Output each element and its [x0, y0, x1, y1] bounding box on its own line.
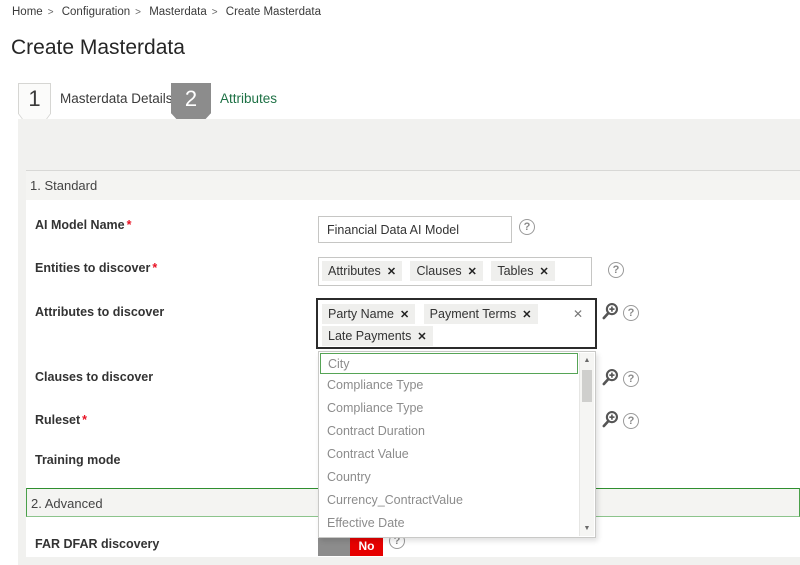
breadcrumb-segment: Create Masterdata>	[226, 6, 321, 18]
ai-model-name-label: AI Model Name*	[35, 218, 131, 232]
training-mode-label: Training mode	[35, 453, 120, 467]
tag-label: Party Name	[328, 307, 394, 321]
magnifier-plus-icon	[601, 410, 620, 429]
attributes-to-discover-label: Attributes to discover	[35, 305, 164, 319]
breadcrumb-segment: Configuration >	[62, 6, 146, 18]
clauses-to-discover-label: Clauses to discover	[35, 370, 153, 384]
page-title: Create Masterdata	[11, 36, 185, 60]
breadcrumb-separator: >	[135, 7, 141, 18]
breadcrumb-item[interactable]: Masterdata	[149, 6, 207, 18]
breadcrumb-item[interactable]: Configuration	[62, 6, 130, 18]
toggle-value: No	[350, 536, 383, 556]
breadcrumb-segment: Masterdata >	[149, 6, 222, 18]
wizard-step-2-label[interactable]: Attributes	[220, 91, 277, 106]
ai-model-name-input[interactable]	[318, 216, 512, 243]
far-dfar-discovery-label: FAR DFAR discovery	[35, 537, 159, 551]
tag-label: Tables	[497, 264, 533, 278]
required-marker: *	[82, 413, 87, 427]
lookup-add-icon[interactable]	[601, 410, 620, 429]
toggle-knob	[318, 536, 350, 556]
label-text: Clauses to discover	[35, 370, 153, 384]
label-text: Training mode	[35, 453, 120, 467]
dropdown-scrollbar[interactable]: ▲ ▼	[579, 353, 594, 536]
breadcrumb-separator: >	[212, 7, 218, 18]
dropdown-option[interactable]: Compliance Type	[319, 374, 578, 397]
tag: Clauses ✕	[410, 261, 482, 281]
label-text: Attributes to discover	[35, 305, 164, 319]
dropdown-options: City Compliance Type Compliance Type Con…	[319, 353, 595, 535]
attributes-to-discover-input[interactable]: Party Name ✕ Payment Terms ✕ Late Payments…	[316, 298, 597, 349]
breadcrumb-item[interactable]: Create Masterdata	[226, 6, 321, 18]
tag-label: Payment Terms	[430, 307, 517, 321]
lookup-add-icon[interactable]	[601, 368, 620, 387]
help-icon[interactable]: ?	[608, 262, 624, 278]
breadcrumb: Home > Configuration > Masterdata > Create …	[12, 6, 321, 18]
scrollbar-up-icon[interactable]: ▲	[580, 354, 594, 367]
wizard-step-1-label[interactable]: Masterdata Details	[60, 91, 173, 106]
tag: Attributes ✕	[322, 261, 402, 281]
ruleset-label: Ruleset*	[35, 413, 87, 427]
far-dfar-toggle[interactable]: No	[318, 536, 383, 556]
tag: Late Payments ✕	[322, 326, 433, 346]
breadcrumb-item[interactable]: Home	[12, 6, 43, 18]
remove-tag-icon[interactable]: ✕	[468, 266, 477, 278]
entities-to-discover-label: Entities to discover*	[35, 261, 157, 275]
tag-label: Attributes	[328, 264, 381, 278]
label-text: Entities to discover	[35, 261, 150, 275]
section-header-standard[interactable]: 1. Standard	[26, 170, 800, 200]
tag-label: Late Payments	[328, 329, 411, 343]
remove-tag-icon[interactable]: ✕	[387, 266, 396, 278]
magnifier-plus-icon	[601, 368, 620, 387]
dropdown-option[interactable]: Contract Duration	[319, 420, 578, 443]
help-icon[interactable]: ?	[623, 305, 639, 321]
clear-all-icon[interactable]: ✕	[573, 307, 583, 321]
dropdown-option[interactable]: Compliance Type	[319, 397, 578, 420]
dropdown-option[interactable]: Contract Value	[319, 443, 578, 466]
breadcrumb-separator: >	[48, 7, 54, 18]
wizard-step-1-number: 1	[18, 83, 51, 114]
help-icon[interactable]: ?	[519, 219, 535, 235]
tag: Payment Terms ✕	[424, 304, 538, 324]
required-marker: *	[127, 218, 132, 232]
label-text: Ruleset	[35, 413, 80, 427]
scrollbar-down-icon[interactable]: ▼	[580, 522, 594, 535]
required-marker: *	[152, 261, 157, 275]
help-icon[interactable]: ?	[623, 371, 639, 387]
wizard-step-2-number: 2	[171, 83, 211, 114]
dropdown-option[interactable]: Effective Date	[319, 512, 578, 535]
breadcrumb-segment: Home >	[12, 6, 59, 18]
remove-tag-icon[interactable]: ✕	[522, 309, 531, 321]
remove-tag-icon[interactable]: ✕	[539, 266, 548, 278]
magnifier-plus-icon	[601, 302, 620, 321]
tag: Tables ✕	[491, 261, 554, 281]
dropdown-option[interactable]: Currency_ContractValue	[319, 489, 578, 512]
remove-tag-icon[interactable]: ✕	[400, 309, 409, 321]
dropdown-option[interactable]: City	[320, 353, 578, 374]
attributes-dropdown: City Compliance Type Compliance Type Con…	[318, 351, 596, 538]
help-icon[interactable]: ?	[623, 413, 639, 429]
tag: Party Name ✕	[322, 304, 415, 324]
label-text: AI Model Name	[35, 218, 125, 232]
tag-label: Clauses	[416, 264, 461, 278]
dropdown-option[interactable]: Country	[319, 466, 578, 489]
label-text: FAR DFAR discovery	[35, 537, 159, 551]
entities-to-discover-input[interactable]: Attributes ✕ Clauses ✕ Tables ✕	[318, 257, 592, 286]
remove-tag-icon[interactable]: ✕	[417, 331, 426, 343]
lookup-add-icon[interactable]	[601, 302, 620, 321]
scrollbar-thumb[interactable]	[582, 370, 592, 402]
